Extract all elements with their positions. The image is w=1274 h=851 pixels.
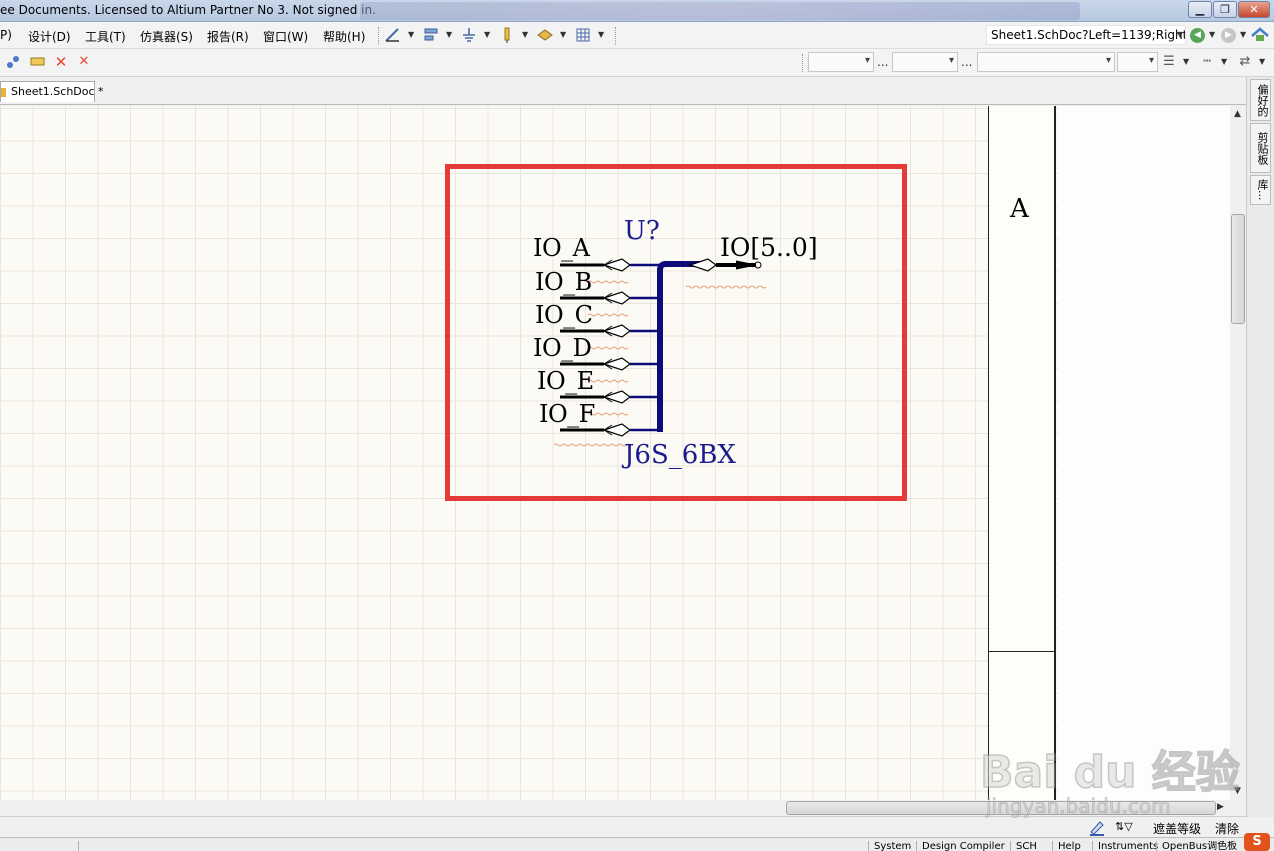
net-color-icon[interactable] bbox=[29, 53, 47, 71]
chevron-down-icon[interactable]: ▼ bbox=[1221, 57, 1227, 66]
tab-sheet1-schdoc[interactable]: Sheet1.SchDoc * bbox=[0, 81, 104, 102]
cross-probe-icon[interactable] bbox=[4, 53, 22, 71]
chevron-down-icon[interactable]: ▼ bbox=[1177, 30, 1183, 39]
sheet-zone-divider bbox=[989, 651, 1055, 652]
scroll-up-icon[interactable]: ▲ bbox=[1234, 109, 1241, 119]
toolbar-separator bbox=[802, 54, 803, 72]
chevron-down-icon[interactable]: ▼ bbox=[1259, 57, 1265, 66]
sogou-logo-icon: S bbox=[1244, 833, 1270, 851]
vertical-scrollbar[interactable] bbox=[1230, 106, 1246, 800]
toolbar-separator bbox=[615, 27, 616, 45]
status-divider bbox=[78, 841, 84, 851]
window-controls: ▁ ❐ ✕ bbox=[1188, 1, 1270, 18]
side-tab-favorites[interactable]: 偏好的 bbox=[1250, 79, 1271, 121]
chevron-down-icon[interactable]: ▼ bbox=[560, 30, 566, 39]
window-title: ee Documents. Licensed to Altium Partner… bbox=[0, 3, 376, 17]
menu-simulator[interactable]: 仿真器(S) bbox=[140, 28, 193, 45]
menu-help[interactable]: 帮助(H) bbox=[323, 28, 365, 45]
align-tool-icon[interactable] bbox=[422, 26, 440, 44]
blurred-browser-tabs bbox=[360, 2, 1080, 20]
chevron-down-icon[interactable]: ▼ bbox=[598, 30, 604, 39]
pencil-icon[interactable] bbox=[1088, 818, 1106, 836]
status-bar: ⇅▽ 遮盖等级 清除 bbox=[0, 816, 1246, 837]
toolbar-secondary: ✕ ✕ ... ... ☰ ▼ ┅ ▼ ⇄ ▼ bbox=[0, 49, 1274, 77]
menu-window[interactable]: 窗口(W) bbox=[263, 28, 308, 45]
address-field[interactable]: Sheet1.SchDoc?Left=1139;Right bbox=[986, 25, 1186, 45]
clear-all-icon[interactable]: ✕ bbox=[75, 53, 93, 71]
chevron-down-icon[interactable]: ▼ bbox=[1209, 30, 1215, 39]
line-width-icon[interactable]: ☰ bbox=[1160, 53, 1178, 71]
chevron-down-icon[interactable]: ▼ bbox=[522, 30, 528, 39]
line-style-icon[interactable]: ┅ bbox=[1198, 53, 1216, 71]
back-icon[interactable]: ◀ bbox=[1190, 28, 1205, 43]
status-tab-instruments[interactable]: Instruments bbox=[1092, 841, 1158, 851]
grid-tool-icon[interactable] bbox=[574, 26, 592, 44]
status-tab-sch[interactable]: SCH bbox=[1010, 841, 1037, 851]
horizontal-scroll-thumb[interactable] bbox=[786, 801, 1216, 815]
menu-tools[interactable]: 工具(T) bbox=[85, 28, 126, 45]
chevron-down-icon[interactable]: ▼ bbox=[484, 30, 490, 39]
combo-box-2[interactable] bbox=[892, 52, 958, 72]
chevron-down-icon[interactable]: ▼ bbox=[1240, 30, 1246, 39]
ellipsis-icon[interactable]: ... bbox=[961, 55, 972, 69]
combo-box-3[interactable] bbox=[977, 52, 1115, 72]
combo-box-1[interactable] bbox=[808, 52, 874, 72]
status-tab-design-compiler[interactable]: Design Compiler bbox=[916, 841, 1005, 851]
toolbar-separator bbox=[378, 27, 379, 45]
close-button[interactable]: ✕ bbox=[1238, 1, 1270, 18]
menu-design[interactable]: 设计(D) bbox=[28, 28, 71, 45]
sheet-zone-label: A bbox=[1010, 194, 1029, 224]
chevron-down-icon[interactable]: ▼ bbox=[446, 30, 452, 39]
home-icon[interactable] bbox=[1251, 26, 1269, 44]
vertical-scroll-thumb[interactable] bbox=[1231, 214, 1245, 324]
side-tab-library[interactable]: 库... bbox=[1250, 175, 1271, 205]
forward-icon[interactable]: ▶ bbox=[1221, 28, 1236, 43]
arrow-style-icon[interactable]: ⇄ bbox=[1236, 53, 1254, 71]
sheet-outside-area bbox=[1058, 106, 1230, 800]
clear-icon[interactable]: ✕ bbox=[52, 53, 70, 71]
document-tab-bar: Sheet1.SchDoc * bbox=[0, 77, 1246, 105]
clear-button[interactable]: 清除 bbox=[1215, 820, 1239, 837]
scroll-down-icon[interactable]: ▼ bbox=[1234, 786, 1241, 796]
scroll-right-icon[interactable]: ▶ bbox=[1217, 802, 1224, 812]
minimize-button[interactable]: ▁ bbox=[1188, 1, 1212, 18]
combo-box-4[interactable] bbox=[1117, 52, 1158, 72]
status-tab-system[interactable]: System bbox=[868, 841, 911, 851]
status-tab-openbus[interactable]: OpenBus调色板 bbox=[1156, 841, 1246, 851]
menu-project[interactable]: P) bbox=[0, 28, 12, 42]
menu-reports[interactable]: 报告(R) bbox=[207, 28, 249, 45]
port-tool-icon[interactable] bbox=[498, 26, 516, 44]
ground-tool-icon[interactable] bbox=[460, 26, 478, 44]
wire-tool-icon[interactable] bbox=[384, 26, 402, 44]
restore-button[interactable]: ❐ bbox=[1213, 1, 1237, 18]
component-tool-icon[interactable] bbox=[536, 26, 554, 44]
side-panel-strip: 偏好的 剪贴板 库... bbox=[1246, 77, 1274, 817]
title-bar: ee Documents. Licensed to Altium Partner… bbox=[0, 0, 1274, 22]
schematic-canvas[interactable]: A bbox=[0, 106, 1230, 800]
chevron-down-icon[interactable]: ▼ bbox=[1183, 57, 1189, 66]
status-tab-help[interactable]: Help bbox=[1052, 841, 1081, 851]
ellipsis-icon[interactable]: ... bbox=[877, 55, 888, 69]
side-tab-clipboard[interactable]: 剪贴板 bbox=[1250, 123, 1271, 173]
filter-icon[interactable]: ⇅▽ bbox=[1115, 820, 1133, 833]
chevron-down-icon[interactable]: ▼ bbox=[408, 30, 414, 39]
panel-tabs-bar: System Design Compiler SCH Help Instrume… bbox=[0, 837, 1274, 851]
mask-level-button[interactable]: 遮盖等级 bbox=[1153, 820, 1201, 837]
